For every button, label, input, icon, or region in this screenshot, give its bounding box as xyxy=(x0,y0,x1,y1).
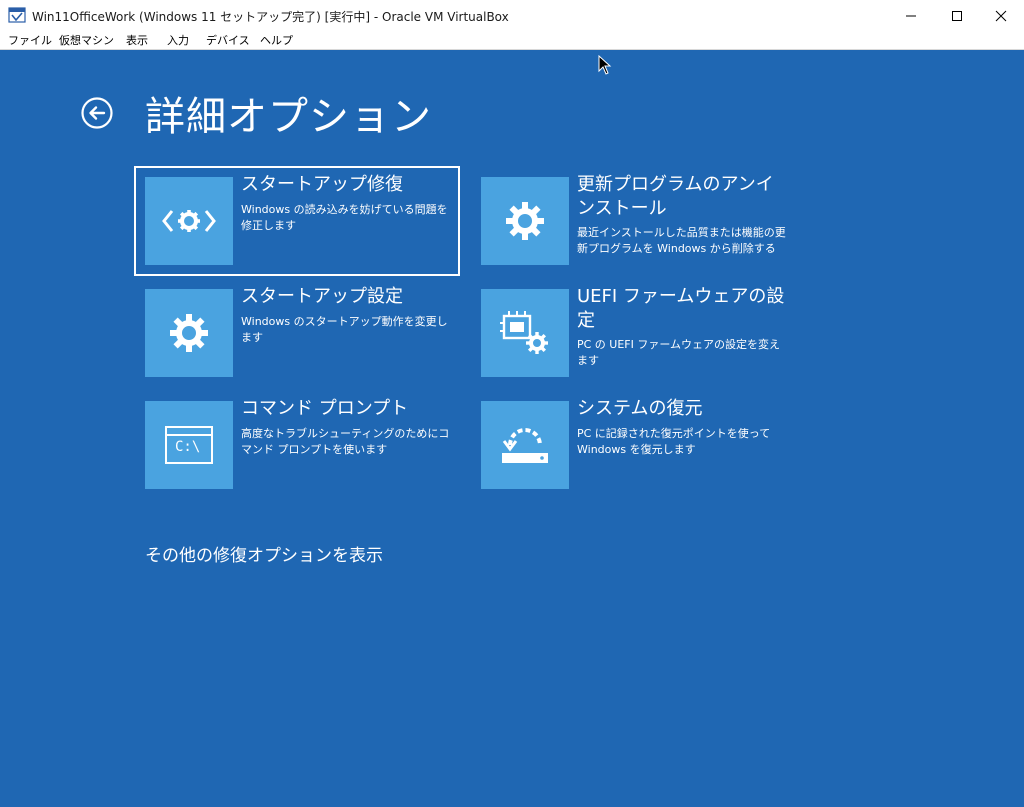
mouse-cursor-icon xyxy=(598,55,612,75)
minimize-button[interactable] xyxy=(888,0,934,31)
tile-title: スタートアップ設定 xyxy=(241,286,403,307)
maximize-button[interactable] xyxy=(934,0,980,31)
tile-system-restore[interactable]: システムの復元 PC に記録された復元ポイントを使って Windows を復元し… xyxy=(472,392,794,498)
gear-icon xyxy=(481,177,569,265)
title-bar: Win11OfficeWork (Windows 11 セットアップ完了) [実… xyxy=(0,0,1024,31)
menu-file[interactable]: ファイル xyxy=(8,32,52,48)
startup-repair-icon xyxy=(145,177,233,265)
close-icon xyxy=(995,10,1007,21)
maximize-icon xyxy=(952,10,962,21)
gear-icon xyxy=(145,289,233,377)
firmware-chip-icon xyxy=(481,289,569,377)
menu-machine[interactable]: 仮想マシン xyxy=(59,32,114,48)
menu-help[interactable]: ヘルプ xyxy=(260,32,293,48)
page-title: 詳細オプション xyxy=(145,94,432,140)
menu-view[interactable]: 表示 xyxy=(126,32,148,48)
window-title: Win11OfficeWork (Windows 11 セットアップ完了) [実… xyxy=(32,10,509,24)
tile-title: システムの復元 xyxy=(577,398,703,419)
close-button[interactable] xyxy=(978,0,1024,31)
minimize-icon xyxy=(906,15,916,16)
system-restore-icon xyxy=(481,401,569,489)
tile-title: コマンド プロンプト xyxy=(241,398,409,419)
back-arrow-icon[interactable] xyxy=(80,96,114,130)
menu-devices[interactable]: デバイス xyxy=(206,32,250,48)
tile-description: Windows のスタートアップ動作を変更します xyxy=(241,315,448,344)
tile-startup-repair[interactable]: スタートアップ修復 Windows の読み込みを妨げている問題を修正します xyxy=(134,166,460,276)
virtualbox-app-icon xyxy=(8,7,26,23)
tile-title: 更新プログラムのアンインストール xyxy=(577,174,774,219)
cmd-prompt-text: C:\ xyxy=(175,439,201,455)
tile-startup-settings[interactable]: スタートアップ設定 Windows のスタートアップ動作を変更します xyxy=(136,280,458,386)
tile-description: 高度なトラブルシューティングのためにコマンド プロンプトを使います xyxy=(241,427,450,456)
tile-uefi-settings[interactable]: UEFI ファームウェアの設定 PC の UEFI ファームウェアの設定を変えま… xyxy=(472,280,794,386)
command-prompt-icon: C:\ xyxy=(145,401,233,489)
menu-bar: ファイル 仮想マシン 表示 入力 デバイス ヘルプ xyxy=(0,31,1024,50)
tile-description: PC に記録された復元ポイントを使って Windows を復元します xyxy=(577,427,771,456)
tile-description: 最近インストールした品質または機能の更新プログラムを Windows から削除す… xyxy=(577,226,786,255)
tile-description: PC の UEFI ファームウェアの設定を変えます xyxy=(577,338,781,367)
more-repair-options-link[interactable]: その他の修復オプションを表示 xyxy=(145,541,383,566)
tile-description: Windows の読み込みを妨げている問題を修正します xyxy=(241,203,448,232)
tile-title: UEFI ファームウェアの設定 xyxy=(577,286,785,331)
tile-title: スタートアップ修復 xyxy=(241,174,403,195)
tile-uninstall-updates[interactable]: 更新プログラムのアンインストール 最近インストールした品質または機能の更新プログ… xyxy=(472,168,794,274)
tile-command-prompt[interactable]: C:\ コマンド プロンプト 高度なトラブルシューティングのためにコマンド プロ… xyxy=(136,392,458,498)
menu-input[interactable]: 入力 xyxy=(167,32,189,48)
